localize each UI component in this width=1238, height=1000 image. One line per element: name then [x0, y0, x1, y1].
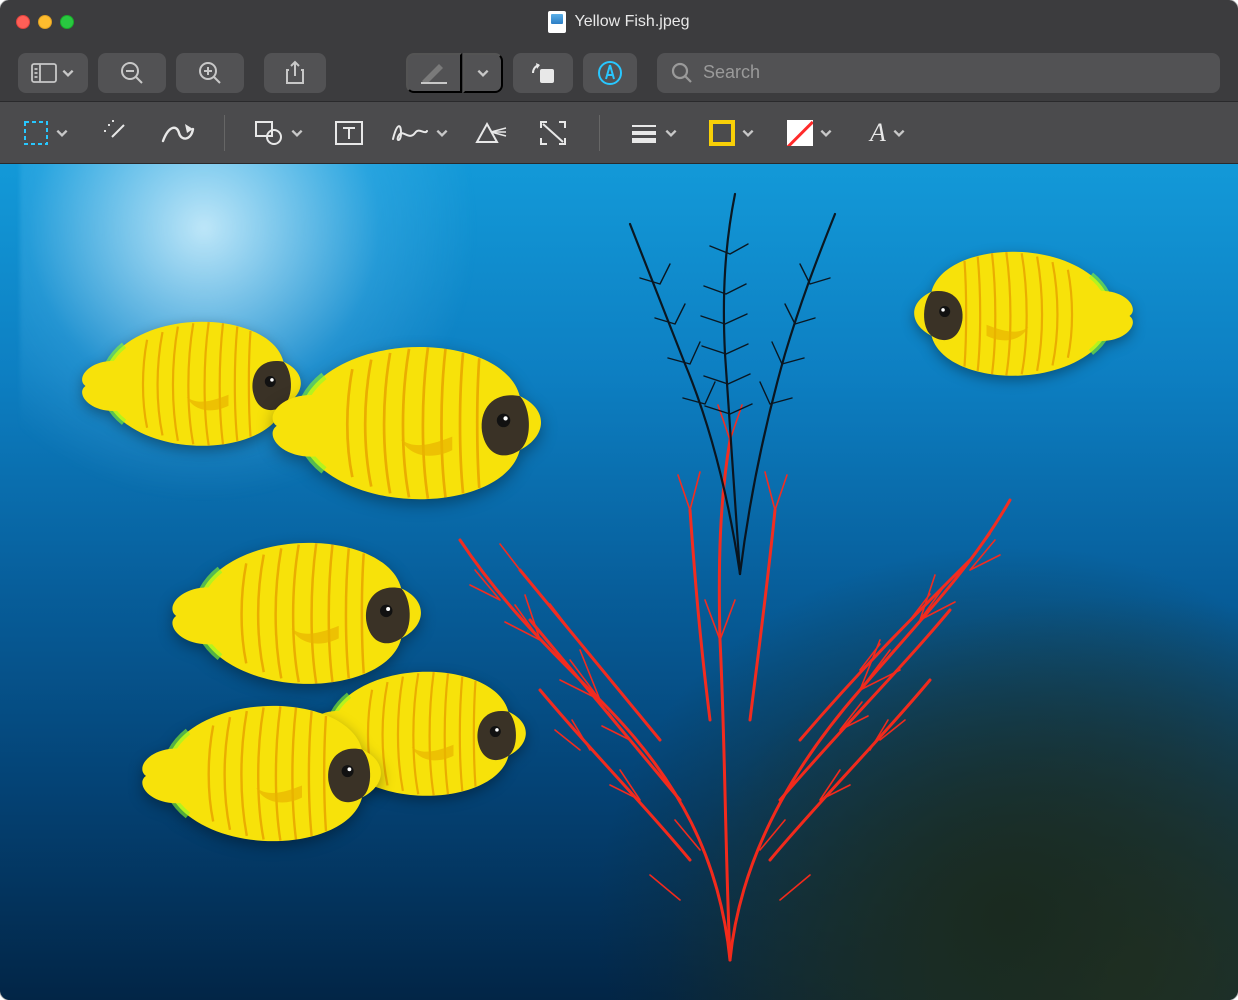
adjust-size-tool[interactable] — [533, 113, 573, 153]
chevron-down-icon — [664, 126, 678, 140]
prism-icon — [475, 121, 507, 145]
traffic-lights — [0, 15, 74, 29]
fish-5 — [122, 678, 398, 876]
sidebar-icon — [31, 63, 57, 83]
preview-window: Yellow Fish.jpeg — [0, 0, 1238, 1000]
image-file-icon — [548, 11, 566, 33]
sketch-icon — [161, 121, 195, 145]
font-a-icon: A — [870, 118, 886, 148]
markup-toolbar: A — [0, 102, 1238, 164]
zoom-out-button[interactable] — [98, 53, 166, 93]
line-weight-icon — [630, 123, 658, 143]
window-title-text: Yellow Fish.jpeg — [574, 13, 689, 31]
fish-2 — [250, 315, 561, 538]
magic-wand-icon — [102, 119, 130, 147]
fullscreen-window-button[interactable] — [60, 15, 74, 29]
text-box-icon — [334, 120, 364, 146]
minimize-window-button[interactable] — [38, 15, 52, 29]
divider — [224, 115, 225, 151]
sign-tool[interactable] — [391, 113, 449, 153]
fish-6 — [899, 226, 1152, 408]
text-tool[interactable] — [329, 113, 369, 153]
chevron-down-icon — [290, 126, 304, 140]
markup-toggle-button[interactable] — [583, 53, 637, 93]
divider — [599, 115, 600, 151]
close-window-button[interactable] — [16, 15, 30, 29]
chevron-down-icon — [892, 126, 906, 140]
share-button[interactable] — [264, 53, 326, 93]
fill-color-tool[interactable] — [782, 113, 838, 153]
shapes-icon — [254, 120, 284, 146]
chevron-down-icon — [61, 66, 75, 80]
search-icon — [671, 62, 693, 84]
rotate-left-icon — [529, 61, 557, 85]
rotate-left-button[interactable] — [513, 53, 573, 93]
search-field[interactable] — [657, 53, 1220, 93]
line-style-tool[interactable] — [626, 113, 682, 153]
markup-pencil-dropdown[interactable] — [463, 53, 503, 93]
black-feather-coral — [560, 164, 920, 584]
font-style-tool[interactable]: A — [860, 113, 916, 153]
search-input[interactable] — [703, 62, 1206, 83]
window-title: Yellow Fish.jpeg — [0, 11, 1238, 33]
border-color-tool[interactable] — [704, 113, 760, 153]
border-color-swatch — [709, 120, 735, 146]
selection-tool[interactable] — [18, 113, 74, 153]
sidebar-toggle-button[interactable] — [18, 53, 88, 93]
pencil-draw-icon — [419, 62, 449, 84]
sketch-tool[interactable] — [158, 113, 198, 153]
zoom-in-icon — [197, 60, 223, 86]
resize-icon — [538, 119, 568, 147]
chevron-down-icon — [55, 126, 69, 140]
chevron-down-icon — [435, 126, 449, 140]
markup-circle-icon — [596, 59, 624, 87]
image-canvas[interactable] — [0, 164, 1238, 1000]
share-icon — [284, 60, 306, 86]
fill-color-swatch — [787, 120, 813, 146]
main-toolbar — [0, 44, 1238, 102]
markup-pencil-split-button — [406, 53, 503, 93]
chevron-down-icon — [476, 66, 490, 80]
chevron-down-icon — [741, 126, 755, 140]
selection-icon — [23, 120, 49, 146]
titlebar[interactable]: Yellow Fish.jpeg — [0, 0, 1238, 44]
zoom-in-button[interactable] — [176, 53, 244, 93]
markup-pencil-button[interactable] — [406, 53, 462, 93]
signature-icon — [391, 121, 429, 145]
zoom-out-icon — [119, 60, 145, 86]
shapes-tool[interactable] — [251, 113, 307, 153]
chevron-down-icon — [819, 126, 833, 140]
adjust-color-tool[interactable] — [471, 113, 511, 153]
instant-alpha-tool[interactable] — [96, 113, 136, 153]
